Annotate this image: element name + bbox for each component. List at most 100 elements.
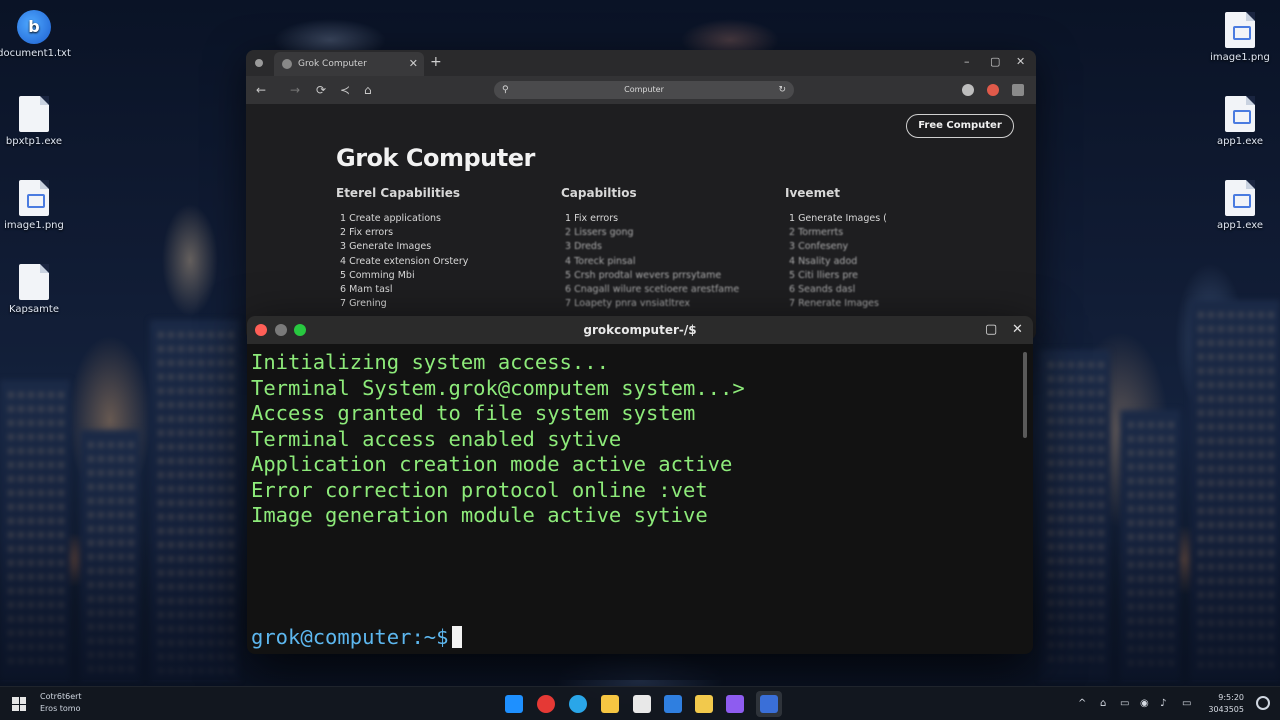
notification-icon[interactable] <box>1256 696 1270 710</box>
list-item[interactable]: 5 Crsh prodtal wevers prrsytame <box>561 269 761 283</box>
terminal-title-bar[interactable]: grokcomputer-/$ ▢ ✕ <box>247 316 1033 344</box>
list-item[interactable]: 4 Nsality adod <box>785 255 985 269</box>
red-app-icon[interactable] <box>537 695 555 713</box>
list-item[interactable]: 3 Dreds <box>561 240 761 254</box>
widget-line: Cotr6t6ert <box>40 692 82 701</box>
image-file-icon <box>19 180 49 216</box>
column-heading: Iveemet <box>785 186 840 200</box>
list-item[interactable]: 3 Generate Images <box>336 240 536 254</box>
system-clock[interactable]: 9:5:20 3043505 <box>1208 692 1244 716</box>
home-button[interactable]: ⌂ <box>364 76 372 104</box>
desktop-icon-image1-right[interactable]: image1.png <box>1200 12 1280 63</box>
list-item[interactable]: 7 Renerate Images <box>785 297 985 311</box>
new-tab-button[interactable]: + <box>430 50 442 74</box>
refresh-icon[interactable]: ↻ <box>778 81 786 99</box>
list-item[interactable]: 6 Seands dasl <box>785 283 985 297</box>
list-item[interactable]: 5 Comming Mbi <box>336 269 536 283</box>
notepad-icon[interactable] <box>633 695 651 713</box>
free-computer-button[interactable]: Free Computer <box>906 114 1014 138</box>
desktop-icon-bpxtp1[interactable]: bpxtp1.exe <box>0 96 74 147</box>
store-icon[interactable] <box>664 695 682 713</box>
list-item[interactable]: 1 Generate Images ( <box>785 212 985 226</box>
minimize-button[interactable]: – <box>964 50 970 74</box>
text-cursor <box>452 626 463 648</box>
image-file-icon <box>1225 96 1255 132</box>
list-item[interactable]: 6 Cnagall wilure scetioere arestfame <box>561 283 761 297</box>
list-item[interactable]: 3 Confeseny <box>785 240 985 254</box>
clock-date: 3043505 <box>1208 705 1244 714</box>
start-button[interactable] <box>12 697 26 711</box>
capabilities-column-2: Capabiltios 1 Fix errors 2 Lissers gong … <box>561 186 761 311</box>
desktop-icon-app1-second[interactable]: app1.exe <box>1200 180 1280 231</box>
maximize-button[interactable]: ▢ <box>990 50 1000 74</box>
battery-icon[interactable]: ▭ <box>1182 687 1191 720</box>
file-explorer-icon[interactable] <box>601 695 619 713</box>
list-item[interactable]: 6 Mam tasl <box>336 283 536 297</box>
desktop-icon-label: image1.png <box>4 220 64 231</box>
network-icon[interactable]: ⌂ <box>1100 687 1106 720</box>
terminal-window[interactable]: grokcomputer-/$ ▢ ✕ Initializing system … <box>247 316 1033 654</box>
list-item[interactable]: 1 Create applications <box>336 212 536 226</box>
desktop-icon-label: image1.png <box>1210 52 1270 63</box>
window-menu-icon[interactable] <box>255 59 263 67</box>
terminal-scrollbar[interactable] <box>1023 352 1027 438</box>
clock-time: 9:5:20 <box>1218 693 1244 702</box>
widget-line: Eros tomo <box>40 704 81 713</box>
close-button[interactable]: ✕ <box>1016 50 1025 74</box>
image-file-icon <box>1225 12 1255 48</box>
profile-icon[interactable] <box>987 84 999 96</box>
terminal-prompt[interactable]: grok@computer:~$ <box>251 625 463 649</box>
terminal-app-icon[interactable] <box>505 695 523 713</box>
tab-label: Grok Computer <box>298 59 367 69</box>
list-item[interactable]: 2 Lissers gong <box>561 226 761 240</box>
terminal-line: Application creation mode active active <box>251 452 733 476</box>
terminal-line: Terminal access enabled sytive <box>251 426 622 451</box>
desktop-icon-kapsamte[interactable]: Kapsamte <box>0 264 74 315</box>
column-heading: Eterel Capabilities <box>336 186 461 200</box>
list-item[interactable]: 4 Create extension Orstery <box>336 255 536 269</box>
desktop-icon-app1[interactable]: app1.exe <box>1200 96 1280 147</box>
back-button[interactable]: ← <box>256 76 266 104</box>
display-icon[interactable]: ▭ <box>1120 687 1129 720</box>
active-terminal-icon[interactable] <box>760 695 778 713</box>
list-item[interactable]: 7 Grening <box>336 297 536 311</box>
terminal-maximize-button[interactable]: ▢ <box>985 316 997 344</box>
terminal-line: Image generation module active sytive <box>251 503 708 527</box>
list-item[interactable]: 1 Fix errors <box>561 212 761 226</box>
capabilities-column: Eterel Capabilities 1 Create application… <box>336 186 536 311</box>
desktop-icon-document1[interactable]: b document1.txt <box>0 10 74 59</box>
list-item[interactable]: 4 Toreck pinsal <box>561 255 761 269</box>
desktop-icon-label: app1.exe <box>1216 220 1264 231</box>
page-title: Grok Computer <box>336 144 535 172</box>
tab-close-icon[interactable]: ✕ <box>409 52 418 76</box>
menu-icon[interactable] <box>1012 84 1024 96</box>
location-icon[interactable]: ◉ <box>1140 687 1149 720</box>
share-button[interactable]: ≺ <box>340 76 350 104</box>
desktop-icon-image1[interactable]: image1.png <box>0 180 74 231</box>
capabilities-column-3: Iveemet 1 Generate Images ( 2 Tormerrts … <box>785 186 985 311</box>
list-item[interactable]: 2 Fix errors <box>336 226 536 240</box>
list-item[interactable]: 7 Loapety pnra vnsiatltrex <box>561 297 761 311</box>
address-bar[interactable]: ⚲ Computer ↻ <box>494 81 794 99</box>
list-item[interactable]: 2 Tormerrts <box>785 226 985 240</box>
forward-button[interactable]: → <box>290 76 300 104</box>
purple-app-icon[interactable] <box>726 695 744 713</box>
browser-toolbar: ← → ⟳ ≺ ⌂ ⚲ Computer ↻ <box>246 76 1036 104</box>
volume-icon[interactable]: ♪ <box>1160 687 1166 720</box>
terminal-close-button[interactable]: ✕ <box>1012 316 1023 344</box>
edge-browser-icon[interactable] <box>569 695 587 713</box>
extension-icon[interactable] <box>962 84 974 96</box>
taskbar-widget[interactable]: Cotr6t6ert Eros tomo <box>40 691 82 715</box>
folder-icon[interactable] <box>695 695 713 713</box>
list-item[interactable]: 5 Citi lliers pre <box>785 269 985 283</box>
search-icon: ⚲ <box>502 85 509 95</box>
desktop-icon-label: app1.exe <box>1216 136 1264 147</box>
reload-button[interactable]: ⟳ <box>316 76 326 104</box>
tray-overflow-icon[interactable]: ^ <box>1078 687 1086 720</box>
prompt-text: grok@computer:~$ <box>251 625 449 649</box>
browser-tab[interactable]: Grok Computer ✕ <box>274 52 424 76</box>
web-page: Free Computer Grok Computer Eterel Capab… <box>246 104 1036 340</box>
taskbar: Cotr6t6ert Eros tomo ^ ⌂ ▭ ◉ ♪ ▭ 9:5:20 … <box>0 686 1280 720</box>
address-text: Computer <box>624 85 664 94</box>
terminal-title: grokcomputer-/$ <box>583 323 697 337</box>
